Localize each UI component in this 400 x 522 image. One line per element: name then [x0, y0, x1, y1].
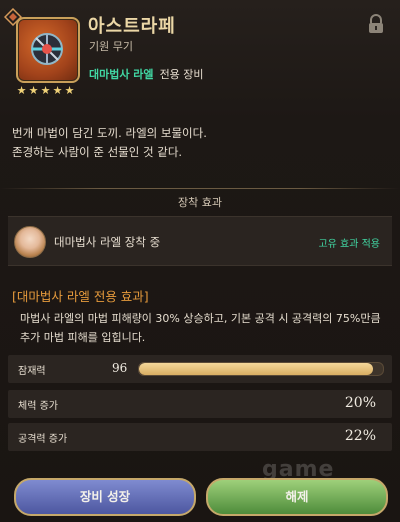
potential-bar-fill	[139, 363, 374, 375]
stat-row-hp: 체력 증가 20%	[8, 390, 392, 418]
stat-value: 20%	[344, 395, 376, 411]
lock-icon[interactable]	[367, 14, 385, 34]
stat-label: 잠재력	[18, 366, 46, 377]
star-icon: ★	[28, 84, 39, 97]
stat-value: 22%	[344, 428, 376, 444]
unequip-button[interactable]: 해제	[206, 478, 388, 516]
owner-name: 대마법사 라엘	[89, 68, 154, 81]
description-line: 존경하는 사람이 준 선물인 것 같다.	[12, 145, 183, 159]
star-icon: ★	[64, 84, 75, 97]
exclusive-effect-heading: [대마법사 라엘 전용 효과]	[12, 289, 149, 304]
section-divider	[0, 188, 400, 189]
description-line: 번개 마법이 담긴 도끼. 라엘의 보물이다.	[12, 126, 207, 140]
item-description: 번개 마법이 담긴 도끼. 라엘의 보물이다. 존경하는 사람이 준 선물인 것…	[12, 124, 207, 162]
exclusive-effect-body: 마법사 라엘의 마법 피해량이 30% 상승하고, 기본 공격 시 공격력의 7…	[20, 312, 381, 344]
star-icon: ★	[16, 84, 27, 97]
item-type: 기원 무기	[89, 40, 133, 53]
star-rating: ★ ★ ★ ★ ★	[16, 85, 75, 97]
equip-effect-label: 장착 효과	[178, 196, 222, 209]
potential-bar	[138, 362, 384, 376]
item-name: 아스트라페	[88, 16, 176, 37]
star-icon: ★	[52, 84, 63, 97]
axe-item-icon	[31, 33, 63, 65]
item-icon-frame[interactable]	[16, 17, 80, 83]
star-icon: ★	[40, 84, 51, 97]
equipped-hero-row: 대마법사 라엘 장착 중 고유 효과 적용	[8, 216, 392, 266]
equipped-text: 대마법사 라엘 장착 중	[54, 235, 161, 249]
stat-row-attack: 공격력 증가 22%	[8, 423, 392, 451]
owner-tag: 전용 장비	[159, 68, 204, 81]
stat-row-potential: 잠재력 96	[8, 355, 392, 383]
unique-effect-status: 고유 효과 적용	[318, 239, 380, 250]
stat-label: 공격력 증가	[18, 434, 68, 445]
equipment-growth-button[interactable]: 장비 성장	[14, 478, 196, 516]
hero-portrait	[14, 226, 46, 258]
item-detail-panel: ★ ★ ★ ★ ★ 아스트라페 기원 무기 대마법사 라엘 전용 장비 번개 마법…	[0, 0, 400, 522]
stat-label: 체력 증가	[18, 401, 58, 412]
exclusive-owner: 대마법사 라엘 전용 장비	[89, 66, 204, 82]
potential-value: 96	[112, 361, 128, 375]
